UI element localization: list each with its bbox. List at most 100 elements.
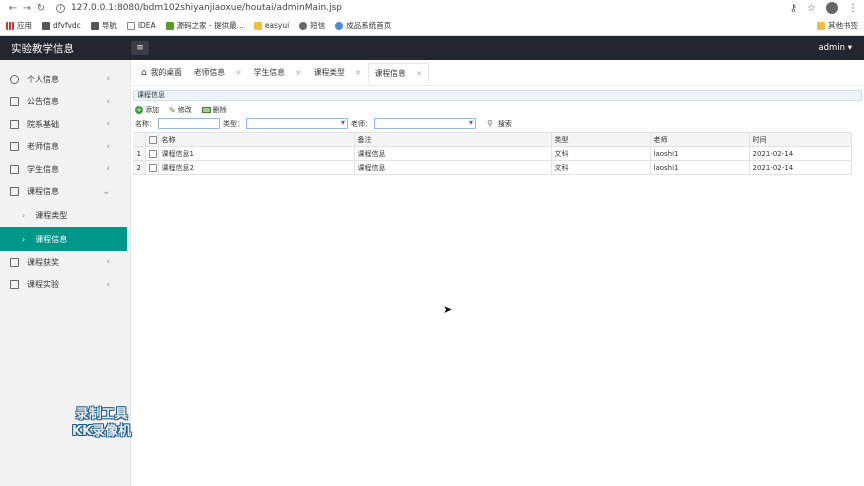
sidebar-item-department[interactable]: 院系基础 ‹ — [0, 113, 130, 136]
bookmark-sms[interactable]: 短信 — [299, 20, 325, 31]
edit-button[interactable]: ✎ 修改 — [169, 105, 192, 115]
sidebar-item-personal[interactable]: 个人信息 ‹ — [0, 68, 130, 91]
close-icon[interactable]: × — [295, 68, 302, 77]
home-icon: ⌂ — [141, 67, 147, 78]
tab-desktop[interactable]: ⌂ 我的桌面 — [135, 63, 188, 83]
apps-grid-icon — [6, 21, 14, 30]
type-select[interactable] — [246, 118, 348, 129]
col-teacher[interactable]: 老师 — [650, 132, 750, 147]
document-icon — [10, 164, 19, 174]
chevron-right-icon: › — [22, 234, 26, 244]
more-menu-icon[interactable]: ⋮ — [848, 3, 858, 14]
forward-icon[interactable]: → — [20, 3, 34, 14]
bookmark-source[interactable]: 源码之家 - 提供最... — [165, 20, 244, 31]
back-icon[interactable]: ← — [6, 3, 20, 14]
user-menu[interactable]: admin ▾ — [818, 43, 852, 53]
row-checkbox[interactable] — [148, 149, 157, 158]
sidebar-subitem-course-info[interactable]: › 课程信息 — [0, 227, 127, 251]
search-button[interactable]: ⚲ 搜索 — [479, 119, 512, 129]
bookmark-idea[interactable]: IDEA — [126, 21, 156, 30]
browser-toolbar: ← → ↻ i 127.0.0.1:8080/bdm102shiyanjiaox… — [0, 0, 864, 16]
bookmark-easyui[interactable]: easyui — [253, 21, 289, 30]
add-button[interactable]: + 添加 — [135, 105, 159, 115]
col-name[interactable]: 名称 — [158, 132, 355, 147]
course-table: 名称 备注 类型 老师 时间 1 课程信息1 课程信息 文科 laoshi1 2… — [133, 132, 852, 175]
bookmarks-bar: 应用 dfvfvdc 导航 IDEA 源码之家 - 提供最... easyui … — [0, 16, 864, 36]
teacher-select[interactable] — [374, 118, 476, 129]
delete-icon — [201, 107, 211, 113]
name-input[interactable] — [158, 118, 220, 129]
col-time[interactable]: 时间 — [749, 132, 852, 147]
select-all-checkbox[interactable] — [148, 135, 157, 144]
col-note[interactable]: 备注 — [354, 132, 552, 147]
chevron-left-icon: ‹ — [106, 96, 110, 107]
tab-teacher[interactable]: 老师信息 × — [188, 63, 248, 83]
close-icon[interactable]: × — [416, 69, 423, 78]
cell-teacher: laoshi1 — [650, 160, 750, 175]
row-select-cell — [145, 146, 159, 161]
document-icon — [10, 257, 19, 267]
chevron-left-icon: ‹ — [106, 257, 110, 268]
menu-toggle-button[interactable]: ≡ — [131, 41, 149, 55]
star-icon[interactable]: ☆ — [807, 3, 816, 14]
sidebar-item-student[interactable]: 学生信息 ‹ — [0, 158, 130, 181]
delete-button[interactable]: 删除 — [201, 105, 227, 115]
cell-time: 2021-02-14 — [749, 146, 852, 161]
tab-course-info[interactable]: 课程信息 × — [367, 62, 430, 83]
sidebar-item-teacher[interactable]: 老师信息 ‹ — [0, 136, 130, 159]
name-label: 名称： — [135, 119, 156, 128]
url-text: 127.0.0.1:8080/bdm102shiyanjiaoxue/houta… — [71, 3, 343, 13]
document-icon — [10, 280, 19, 290]
globe-icon — [299, 21, 308, 30]
bookmark-nav[interactable]: 导航 — [90, 20, 117, 31]
tab-course-type[interactable]: 课程类型 × — [308, 63, 368, 83]
cell-name: 课程信息1 — [158, 146, 355, 161]
folder-icon — [817, 21, 825, 30]
sidebar-item-notice[interactable]: 公告信息 ‹ — [0, 91, 130, 114]
file-icon — [126, 21, 135, 30]
chevron-left-icon: ‹ — [106, 164, 110, 175]
folder-icon — [253, 21, 262, 30]
reload-icon[interactable]: ↻ — [34, 3, 48, 14]
sidebar-subitem-course-type[interactable]: › 课程类型 — [0, 203, 130, 227]
bookmark-system[interactable]: 成品系统首页 — [335, 20, 391, 31]
recorder-watermark: 录制工具 KK录像机 — [72, 407, 132, 439]
sidebar-item-course-experiment[interactable]: 课程实验 ‹ — [0, 274, 130, 297]
key-icon[interactable]: ⚷ — [790, 3, 797, 14]
bookmark-apps[interactable]: 应用 — [6, 20, 32, 31]
info-icon[interactable]: i — [56, 3, 65, 13]
profile-avatar[interactable] — [826, 2, 838, 14]
bookmark-dfvfvdc[interactable]: dfvfvdc — [42, 21, 81, 30]
sidebar-item-course[interactable]: 课程信息 ⌄ — [0, 181, 130, 204]
table-header: 名称 备注 类型 老师 时间 — [133, 132, 852, 147]
cell-type: 文科 — [551, 160, 651, 175]
chevron-left-icon: ‹ — [106, 74, 110, 85]
add-icon: + — [135, 106, 143, 114]
chevron-left-icon: ‹ — [106, 119, 110, 130]
document-icon — [10, 187, 19, 197]
close-icon[interactable]: × — [355, 68, 362, 77]
table-row[interactable]: 2 课程信息2 课程信息 文科 laoshi1 2021-02-14 — [133, 160, 852, 175]
toolbar: + 添加 ✎ 修改 删除 — [133, 104, 862, 116]
caret-down-icon: ▾ — [847, 43, 852, 53]
chevron-left-icon: ‹ — [106, 279, 110, 290]
hamburger-icon: ≡ — [136, 43, 144, 53]
teacher-label: 老师： — [351, 119, 372, 128]
col-type[interactable]: 类型 — [551, 132, 651, 147]
pencil-icon: ✎ — [169, 105, 176, 115]
document-icon — [10, 119, 19, 129]
sidebar-item-course-award[interactable]: 课程获奖 ‹ — [0, 251, 130, 274]
tab-bar: ⌂ 我的桌面 老师信息 × 学生信息 × 课程类型 × 课程信息 × — [131, 60, 864, 86]
table-row[interactable]: 1 课程信息1 课程信息 文科 laoshi1 2021-02-14 — [133, 146, 852, 161]
cell-note: 课程信息 — [354, 160, 552, 175]
search-row: 名称： 类型： 老师： ⚲搜索 — [133, 117, 862, 130]
row-checkbox[interactable] — [148, 163, 157, 172]
search-icon: ⚲ — [487, 119, 493, 128]
chevron-left-icon: ‹ — [106, 141, 110, 152]
close-icon[interactable]: × — [235, 68, 242, 77]
type-label: 类型： — [223, 119, 244, 128]
address-bar[interactable]: i 127.0.0.1:8080/bdm102shiyanjiaoxue/hou… — [56, 3, 342, 13]
other-bookmarks[interactable]: 其他书签 — [817, 20, 858, 31]
course-panel: 课程信息 +添加 ✎修改 删除 名称： 类型： 老师： ⚲搜索 — [133, 90, 862, 486]
tab-student[interactable]: 学生信息 × — [248, 63, 308, 83]
